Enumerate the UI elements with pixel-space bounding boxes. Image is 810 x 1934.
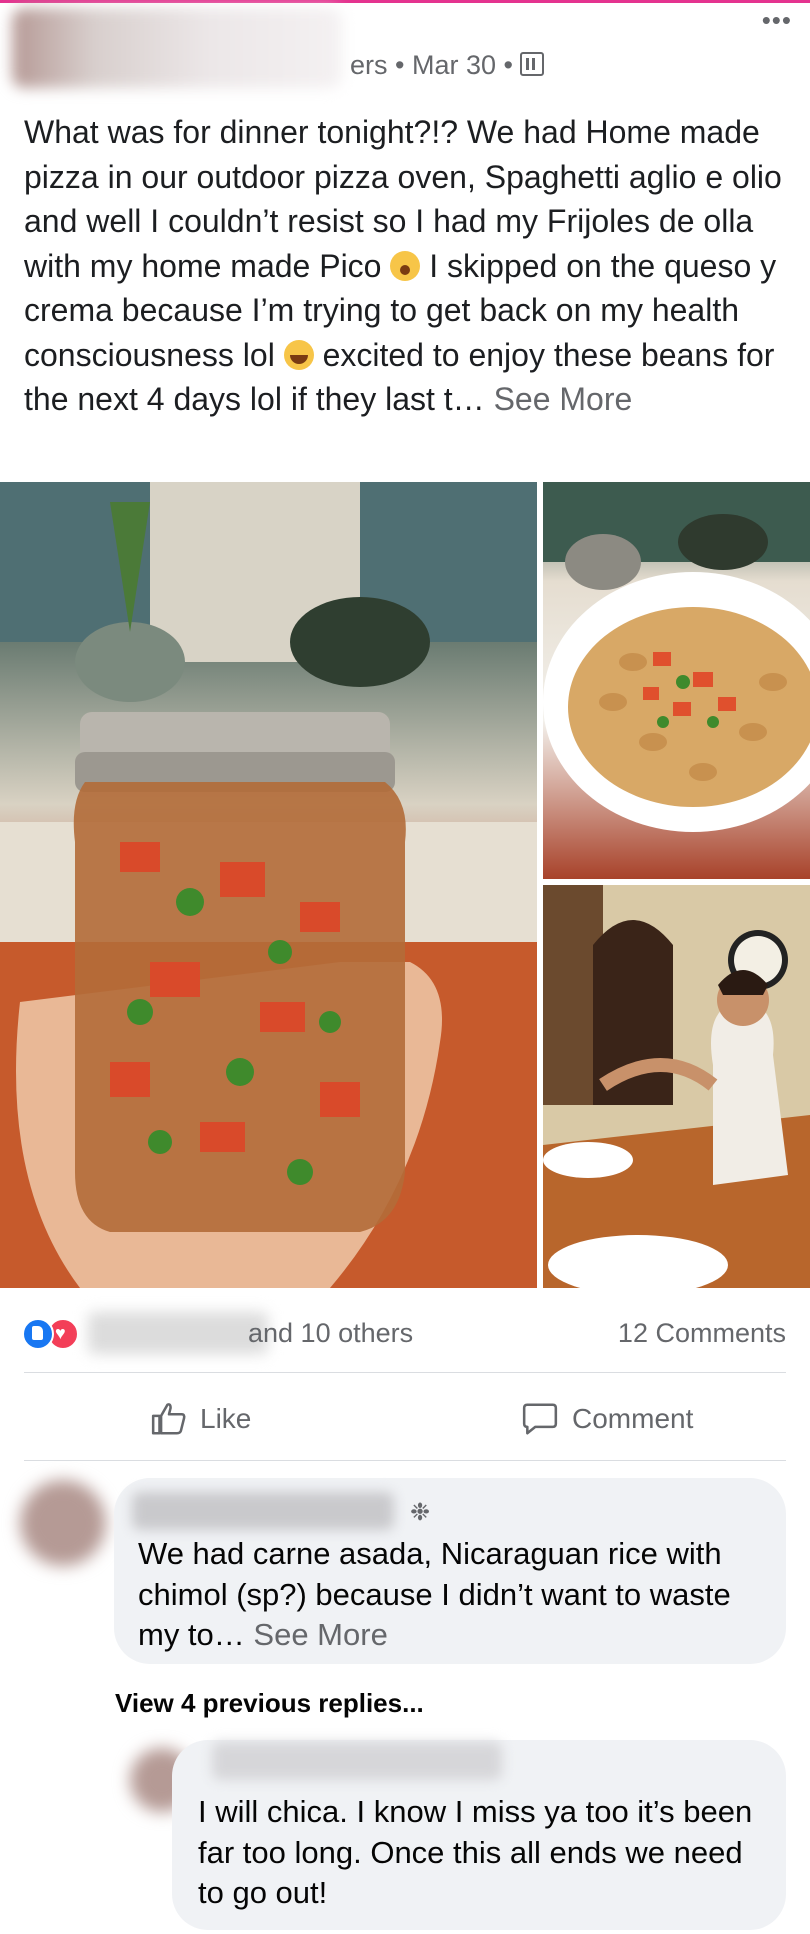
reactions-others[interactable]: and 10 others [248, 1318, 413, 1349]
post-meta: ers • Mar 30 • [350, 50, 545, 81]
child-table-illustration [543, 885, 810, 1288]
post-meta-text: ers • Mar 30 • [350, 50, 513, 80]
author-header-blurred[interactable] [12, 8, 342, 88]
pico-jar-illustration [0, 482, 537, 1288]
commenter-avatar[interactable] [20, 1480, 106, 1566]
reactor-name-blurred [88, 1312, 268, 1354]
reply-text: I will chica. I know I miss ya too it’s … [198, 1794, 753, 1910]
photo-beans-plate[interactable] [543, 482, 810, 879]
photo-pico-jar[interactable] [0, 482, 537, 1288]
comment-button[interactable]: Comment [520, 1393, 693, 1445]
reactions-bar: and 10 others 12 Comments [22, 1312, 792, 1354]
comment-text-body: We had carne asada, Nicaraguan rice with… [138, 1536, 731, 1652]
comment-bubble: ❉ We had carne asada, Nicaraguan rice wi… [114, 1478, 786, 1664]
view-previous-replies-link[interactable]: View 4 previous replies... [115, 1688, 424, 1719]
thumbs-up-icon [151, 1403, 186, 1435]
comments-count[interactable]: 12 Comments [618, 1318, 786, 1349]
commenter-name-blurred[interactable] [132, 1492, 394, 1530]
beans-plate-illustration [543, 482, 810, 832]
reaction-icons[interactable] [22, 1316, 92, 1350]
face-with-hand-over-mouth-icon [390, 250, 421, 281]
photo-grid [0, 482, 810, 1288]
comment-bubble-icon [522, 1403, 558, 1435]
reply-bubble: I will chica. I know I miss ya too it’s … [172, 1740, 786, 1930]
actions-divider-bottom [24, 1460, 786, 1461]
comment-label: Comment [572, 1403, 694, 1434]
top-accent-bar [0, 0, 810, 3]
see-more-link[interactable]: See More [494, 381, 633, 417]
like-button[interactable]: Like [150, 1393, 251, 1445]
leaf-badge-icon: ❉ [410, 1499, 431, 1526]
audience-icon[interactable] [520, 52, 545, 76]
reply-name-blurred[interactable] [212, 1742, 502, 1780]
photo-child-at-table[interactable] [543, 885, 810, 1288]
laughing-tears-icon [283, 339, 314, 370]
actions-divider-top [24, 1372, 786, 1373]
comment-text: We had carne asada, Nicaraguan rice with… [138, 1534, 758, 1656]
comment-see-more-link[interactable]: See More [253, 1617, 387, 1652]
like-label: Like [200, 1403, 252, 1434]
more-options-icon[interactable]: ••• [762, 7, 792, 33]
post-body: What was for dinner tonight?!? We had Ho… [24, 110, 794, 422]
like-reaction-icon [22, 1318, 54, 1350]
